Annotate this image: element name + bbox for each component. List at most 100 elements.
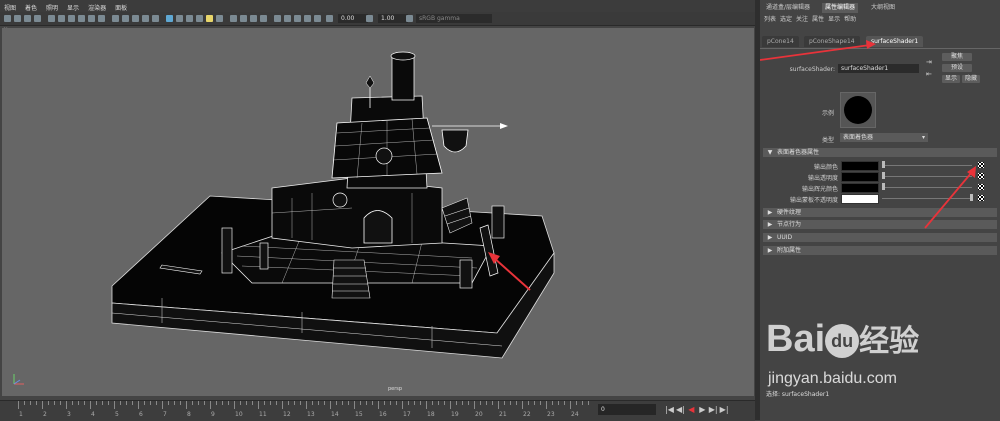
timeline-minor-tick — [312, 401, 313, 405]
field-chart-icon[interactable] — [88, 15, 95, 22]
camera-icon[interactable] — [4, 15, 11, 22]
view-transform-icon[interactable] — [314, 15, 321, 22]
timeline-minor-tick — [582, 401, 583, 405]
viewport-menu-bar: 视图 着色 照明 显示 渲染器 面板 — [0, 0, 755, 12]
view-transform-dropdown[interactable]: sRGB gamma — [416, 14, 492, 23]
timeline-minor-tick — [288, 401, 289, 405]
timeline-tick — [426, 401, 427, 409]
hud-icon[interactable] — [274, 15, 281, 22]
timeline-minor-tick — [588, 401, 589, 405]
timeline-tick-label: 10 — [235, 411, 243, 418]
timeline-tick-label: 24 — [571, 411, 579, 418]
viewport-toolbar: 0.00 1.00 sRGB gamma — [0, 12, 755, 26]
image-plane-icon[interactable] — [34, 15, 41, 22]
exposure-field[interactable]: 0.00 — [338, 14, 368, 23]
anti-aliasing-icon[interactable] — [196, 15, 203, 22]
snapshot-icon[interactable] — [284, 15, 291, 22]
watermark-brand-b: du — [831, 330, 854, 351]
timeline-minor-tick — [270, 401, 271, 405]
panel-annotations — [760, 40, 976, 229]
gamma-field[interactable]: 1.00 — [378, 14, 408, 23]
menu-view[interactable]: 视图 — [0, 0, 16, 12]
ambient-occlusion-icon[interactable] — [176, 15, 183, 22]
flag-top — [365, 75, 375, 89]
use-all-lights-icon[interactable] — [152, 15, 159, 22]
timeline-minor-tick — [96, 401, 97, 405]
timeline-minor-tick — [366, 401, 367, 405]
timeline-tick-label: 18 — [427, 411, 435, 418]
exposure-icon[interactable] — [326, 15, 333, 22]
timeline-minor-tick — [222, 401, 223, 405]
timeline-tick-label: 20 — [475, 411, 483, 418]
bookmark-icon[interactable] — [24, 15, 31, 22]
step-forward-button[interactable]: ▶| — [709, 404, 718, 415]
ui-element-icon[interactable] — [304, 15, 311, 22]
resolution-gate-icon[interactable] — [68, 15, 75, 22]
isolate-select-icon[interactable] — [230, 15, 237, 22]
house-body — [271, 177, 443, 249]
timeline-minor-tick — [504, 401, 505, 405]
shadows-icon[interactable] — [166, 15, 173, 22]
timeline-minor-tick — [60, 401, 61, 405]
x-ray-icon[interactable] — [240, 15, 247, 22]
playback-controls: |◀ ◀| ◀ ▶ ▶| ▶| — [665, 404, 755, 415]
grid-icon[interactable] — [48, 15, 55, 22]
timeline-minor-tick — [264, 401, 265, 405]
timeline-minor-tick — [342, 401, 343, 405]
menu-shading[interactable]: 着色 — [21, 0, 37, 12]
play-backward-button[interactable]: ◀ — [687, 404, 696, 415]
light-icon[interactable] — [206, 15, 213, 22]
isolate-icon[interactable] — [294, 15, 301, 22]
timeline-minor-tick — [324, 401, 325, 405]
timeline-minor-tick — [360, 401, 361, 405]
gamma-icon[interactable] — [366, 15, 373, 22]
timeline-minor-tick — [390, 401, 391, 405]
timeline-tick — [330, 401, 331, 409]
annotation-arrow — [924, 171, 973, 229]
motion-blur-icon[interactable] — [186, 15, 193, 22]
timeline-tick — [474, 401, 475, 409]
chimney — [391, 57, 415, 101]
play-forward-button[interactable]: ▶ — [698, 404, 707, 415]
film-gate-icon[interactable] — [58, 15, 65, 22]
front-steps — [331, 259, 371, 299]
menu-lighting[interactable]: 照明 — [42, 0, 58, 12]
menu-renderer[interactable]: 渲染器 — [84, 0, 106, 12]
textured-icon[interactable] — [142, 15, 149, 22]
timeline-minor-tick — [420, 401, 421, 405]
safe-action-icon[interactable] — [98, 15, 105, 22]
x-ray-components-icon[interactable] — [260, 15, 267, 22]
timeline-tick — [162, 401, 163, 409]
smooth-shade-icon[interactable] — [122, 15, 129, 22]
timeline-tick-label: 23 — [547, 411, 555, 418]
menu-show[interactable]: 显示 — [63, 0, 79, 12]
timeline-tick — [234, 401, 235, 409]
watermark-brand-a: Bai — [766, 318, 826, 360]
gate-mask-icon[interactable] — [78, 15, 85, 22]
wireframe-on-shaded-icon[interactable] — [132, 15, 139, 22]
wireframe-icon[interactable] — [112, 15, 119, 22]
x-ray-joints-icon[interactable] — [250, 15, 257, 22]
timeline-tick — [450, 401, 451, 409]
go-to-start-button[interactable]: |◀ — [665, 404, 674, 415]
timeline-minor-tick — [318, 401, 319, 405]
color-management-icon[interactable] — [406, 15, 413, 22]
timeline-minor-tick — [552, 401, 553, 405]
depth-of-field-icon[interactable] — [216, 15, 223, 22]
timeline-minor-tick — [84, 401, 85, 405]
selection-footer: 选择: surfaceShader1 — [766, 391, 830, 398]
camera-label: persp — [388, 386, 403, 392]
3d-viewport[interactable] — [2, 28, 754, 396]
spear-tip — [500, 123, 508, 129]
timeline-minor-tick — [174, 401, 175, 405]
step-back-button[interactable]: ◀| — [676, 404, 685, 415]
timeline-minor-tick — [72, 401, 73, 405]
menu-panels[interactable]: 面板 — [111, 0, 127, 12]
current-frame-field[interactable]: 0 — [598, 404, 656, 415]
timeline-minor-tick — [102, 401, 103, 405]
go-to-end-button[interactable]: ▶| — [720, 404, 729, 415]
watermark-url: jingyan.baidu.com — [768, 370, 897, 387]
timeline-minor-tick — [576, 401, 577, 405]
camera-attributes-icon[interactable] — [14, 15, 21, 22]
timeline-minor-tick — [108, 401, 109, 405]
